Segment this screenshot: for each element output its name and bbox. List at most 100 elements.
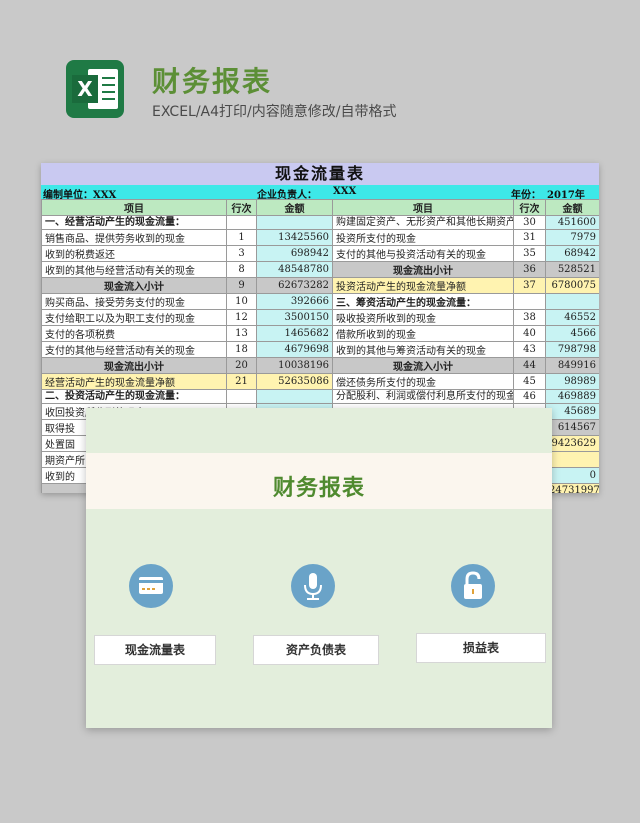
cell: 10 <box>226 293 257 310</box>
cell: 451600 <box>545 215 599 230</box>
income-statement-button[interactable]: 损益表 <box>416 633 546 663</box>
table-row: 收到的税费返还 3 698942 支付的其他与投资活动有关的现金 35 6894… <box>41 245 599 262</box>
cell: 698942 <box>256 245 333 262</box>
cell: 一、经营活动产生的现金流量： <box>41 215 227 230</box>
cell: 9 <box>226 277 257 294</box>
year-label: 年份： <box>511 190 541 201</box>
cell: 7979 <box>545 229 599 246</box>
cell <box>545 451 599 468</box>
cell: 支付的各项税费 <box>41 325 227 342</box>
cell: 销售商品、提供劳务收到的现金 <box>41 229 227 246</box>
cell: 购建固定资产、无形资产和其他长期资产所支付的现金 <box>332 215 514 230</box>
credit-card-icon[interactable] <box>129 564 173 608</box>
table-row: 支付的各项税费 13 1465682 借款所收到的现金 40 4566 <box>41 325 599 342</box>
cell: 收到的其他与经营活动有关的现金 <box>41 261 227 278</box>
table-row: 二、投资活动产生的现金流量： 分配股利、利润或偿付利息所支付的现金 46 469… <box>41 389 599 404</box>
cell <box>545 293 599 310</box>
table-row: 销售商品、提供劳务收到的现金 1 13425560 投资所支付的现金 31 79… <box>41 229 599 246</box>
cell: 3 <box>226 245 257 262</box>
cell: 13425560 <box>256 229 333 246</box>
cell: 44 <box>513 357 546 374</box>
finance-report-panel: 财务报表 现金流量表 资产负债表 损益表 <box>86 408 552 728</box>
microphone-icon[interactable] <box>291 564 335 608</box>
balance-sheet-button[interactable]: 资产负债表 <box>253 635 379 665</box>
col-header: 金额 <box>545 199 599 216</box>
panel-title: 财务报表 <box>272 476 365 501</box>
page-subtitle: EXCEL/A4打印/内容随意修改/自带格式 <box>152 104 397 120</box>
col-header: 项目 <box>332 199 514 216</box>
cell: 43 <box>513 341 546 358</box>
cell: 62673282 <box>256 277 333 294</box>
cell: 37 <box>513 277 546 294</box>
cell: 40 <box>513 325 546 342</box>
table-row: 一、经营活动产生的现金流量： 购建固定资产、无形资产和其他长期资产所支付的现金 … <box>41 215 599 230</box>
unlock-icon[interactable] <box>451 564 495 608</box>
cell: 35 <box>513 245 546 262</box>
cell: 借款所收到的现金 <box>332 325 514 342</box>
cell: 46552 <box>545 309 599 326</box>
cell: 52635086 <box>256 373 333 390</box>
cell: 经营活动产生的现金流量净额 <box>41 373 227 390</box>
col-header: 行次 <box>226 199 257 216</box>
table-header-row: 项目 行次 金额 项目 行次 金额 <box>41 199 599 216</box>
cell: 614567 <box>545 419 599 436</box>
cell: 38 <box>513 309 546 326</box>
cell: 8 <box>226 261 257 278</box>
sheet-title: 现金流量表 <box>41 163 599 185</box>
excel-logo-icon: X <box>66 60 124 118</box>
cell: 分配股利、利润或偿付利息所支付的现金 <box>332 389 514 404</box>
cell: 1465682 <box>256 325 333 342</box>
page-title: 财务报表 <box>152 65 273 98</box>
cell: 0 <box>545 467 599 484</box>
sheet-meta-row: 编制单位：XXX 企业负责人： XXX 年份： 2017年 <box>41 185 599 201</box>
cell: 36 <box>513 261 546 278</box>
cell: 现金流出小计 <box>41 357 227 374</box>
cell: 3500150 <box>256 309 333 326</box>
col-header: 项目 <box>41 199 227 216</box>
cell: 24731997 <box>545 483 599 493</box>
owner-value: XXX <box>333 186 357 197</box>
cashflow-button[interactable]: 现金流量表 <box>94 635 216 665</box>
cell <box>513 293 546 310</box>
cell: 21 <box>226 373 257 390</box>
cell: 20 <box>226 357 257 374</box>
cell: 45689 <box>545 403 599 420</box>
cell: 48548780 <box>256 261 333 278</box>
cell: 支付给职工以及为职工支付的现金 <box>41 309 227 326</box>
cell: 支付的其他与经营活动有关的现金 <box>41 341 227 358</box>
cell: 18 <box>226 341 257 358</box>
table-row: 现金流出小计 20 10038196 现金流入小计 44 849916 <box>41 357 599 374</box>
cell: 469889 <box>545 389 599 404</box>
cell: 31 <box>513 229 546 246</box>
cell: 13 <box>226 325 257 342</box>
cell: 10038196 <box>256 357 333 374</box>
cell: 849916 <box>545 357 599 374</box>
cell: 6780075 <box>545 277 599 294</box>
cell: 30 <box>513 215 546 230</box>
owner-label: 企业负责人： <box>257 190 317 201</box>
cell: 现金流入小计 <box>41 277 227 294</box>
table-row: 支付的其他与经营活动有关的现金 18 4679698 收到的其他与筹资活动有关的… <box>41 341 599 358</box>
col-header: 金额 <box>256 199 333 216</box>
year-value: 2017年 <box>547 190 585 201</box>
cell: 收到的税费返还 <box>41 245 227 262</box>
excel-x-letter: X <box>72 75 98 103</box>
cell: 392666 <box>256 293 333 310</box>
cell: 现金流入小计 <box>332 357 514 374</box>
cell: 45 <box>513 373 546 390</box>
cell: 投资所支付的现金 <box>332 229 514 246</box>
unit-label: 编制单位：XXX <box>43 190 117 201</box>
cell: 投资活动产生的现金流量净额 <box>332 277 514 294</box>
table-row: 现金流入小计 9 62673282 投资活动产生的现金流量净额 37 67800… <box>41 277 599 294</box>
cell: 支付的其他与投资活动有关的现金 <box>332 245 514 262</box>
cell: 68942 <box>545 245 599 262</box>
table-row: 收到的其他与经营活动有关的现金 8 48548780 现金流出小计 36 528… <box>41 261 599 278</box>
cell: 4679698 <box>256 341 333 358</box>
col-header: 行次 <box>513 199 546 216</box>
cell: 偿还债务所支付的现金 <box>332 373 514 390</box>
cell <box>226 215 257 230</box>
cell: 9423629 <box>545 435 599 452</box>
cell: 吸收投资所收到的现金 <box>332 309 514 326</box>
cell: 528521 <box>545 261 599 278</box>
cell <box>256 389 333 404</box>
